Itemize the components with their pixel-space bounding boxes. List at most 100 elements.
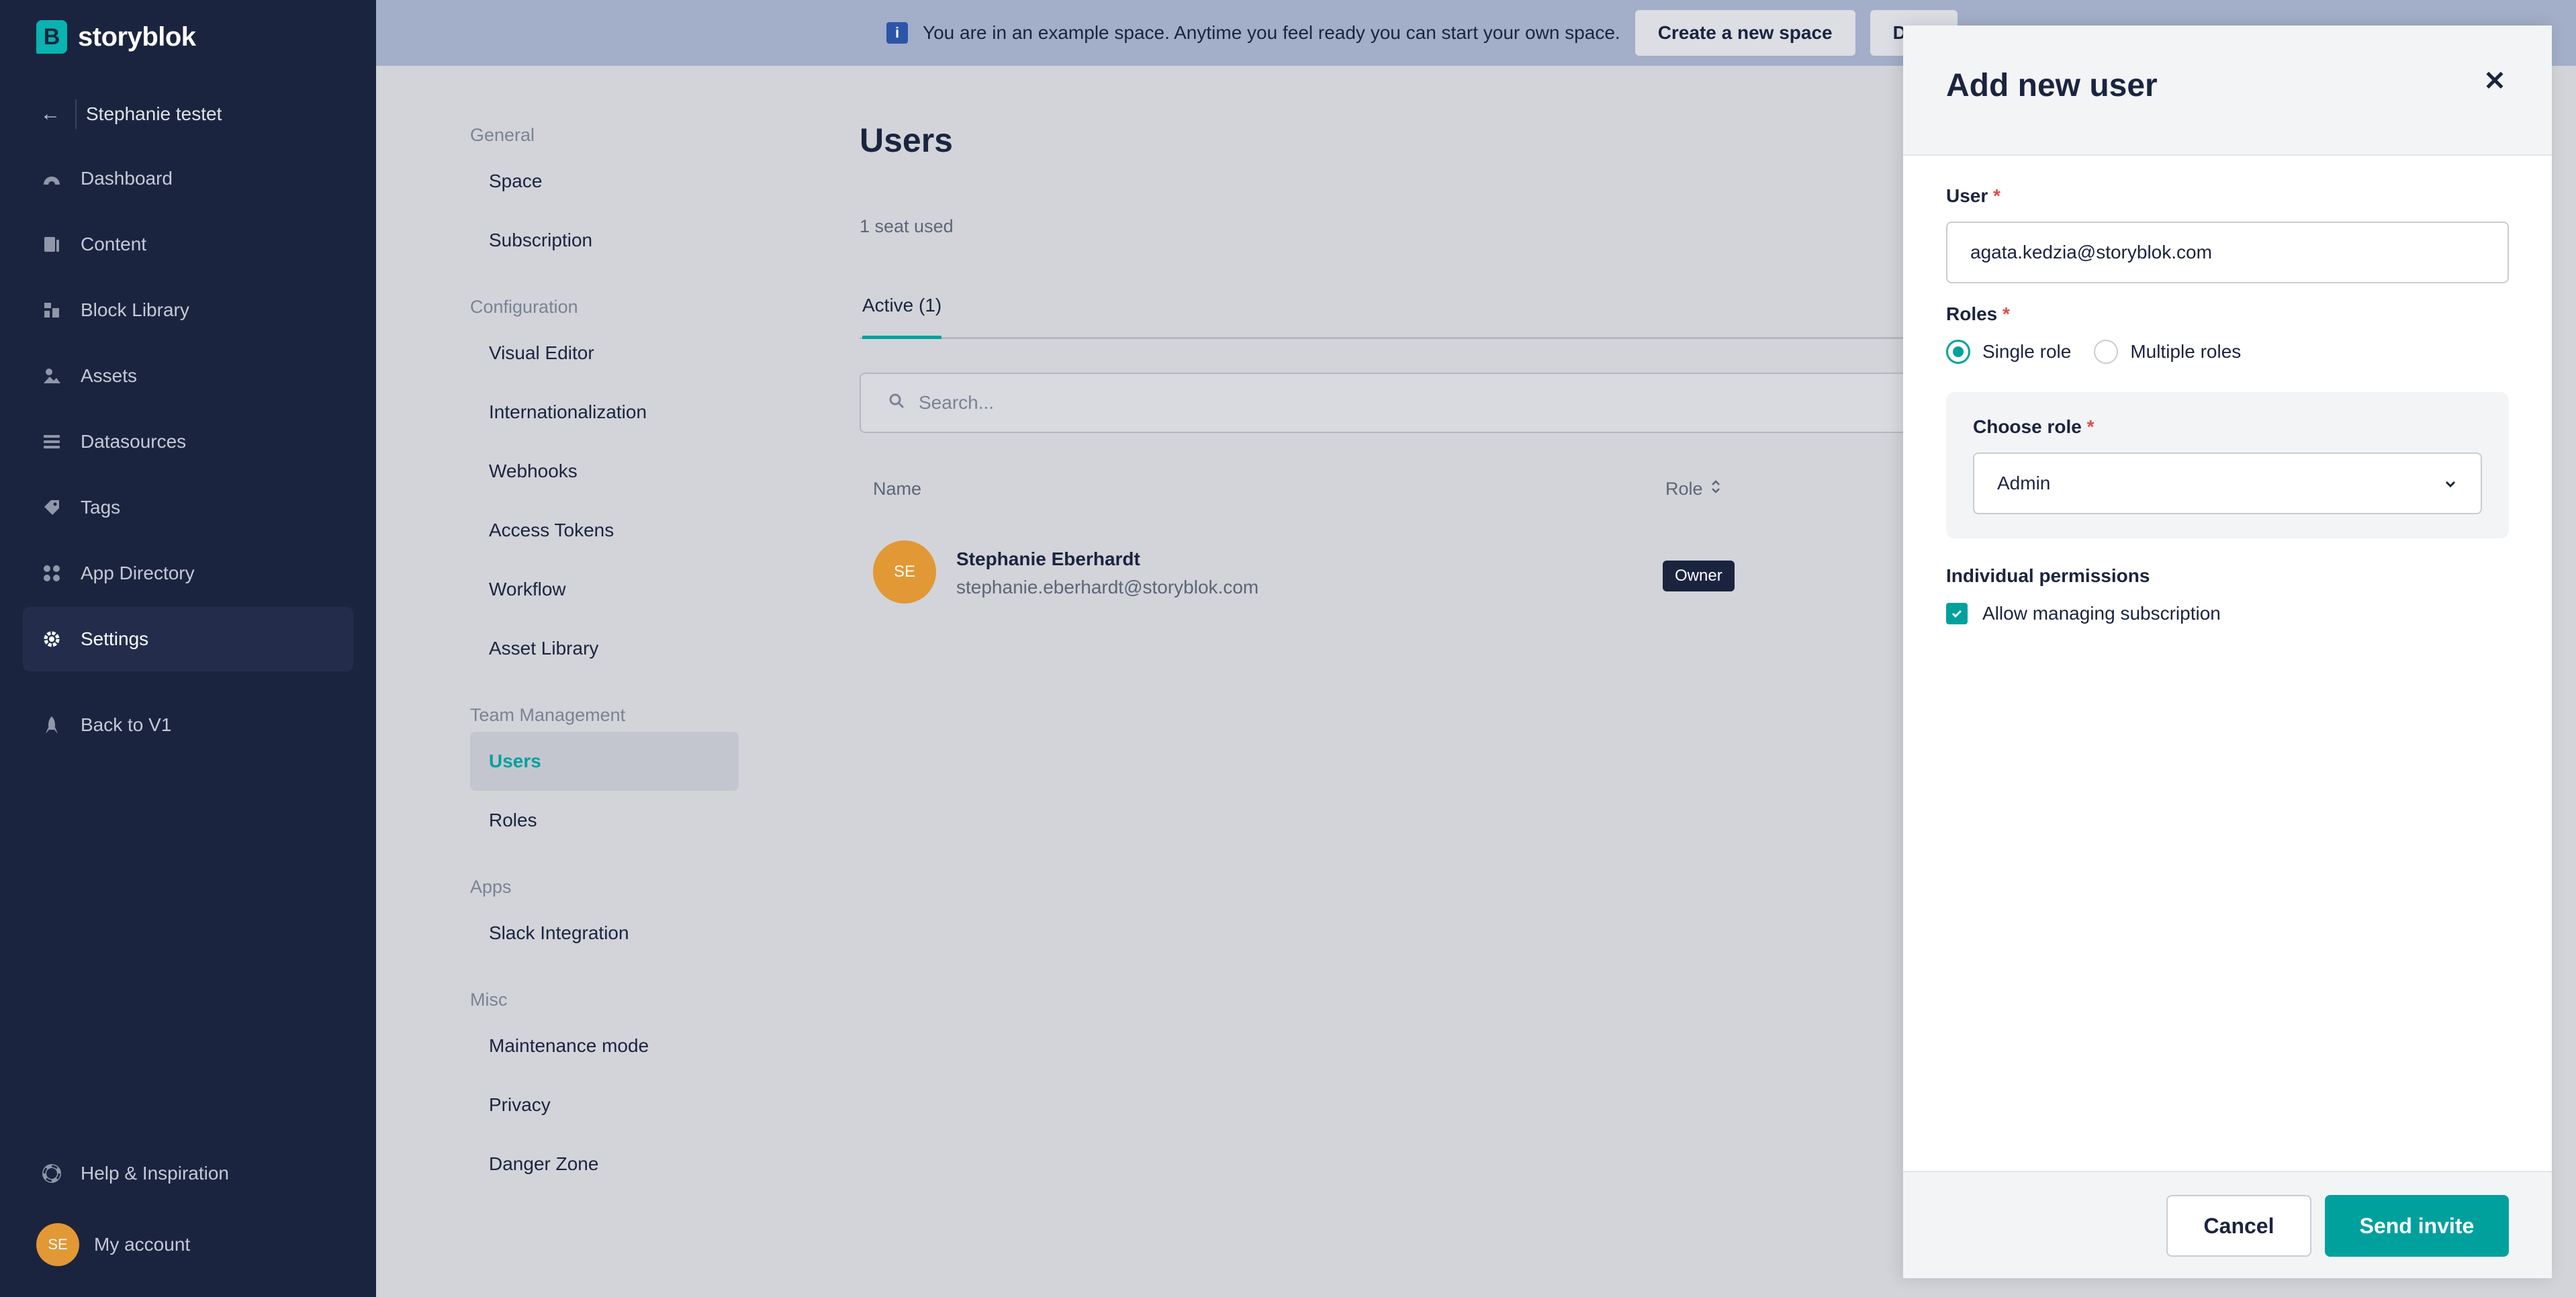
permission-row: Allow managing subscription [1946,600,2509,627]
user-label-text: User [1946,185,1988,206]
multiple-roles-label[interactable]: Multiple roles [2130,341,2241,363]
help-label: Help & Inspiration [81,1163,230,1184]
my-account-link[interactable]: SE My account [36,1223,190,1266]
sidebar-item-assets[interactable]: Assets [23,344,353,408]
sidebar: B storyblok ← Stephanie testet Dashboard… [0,0,376,1297]
choose-role-box: Choose role * Admin [1946,392,2509,538]
roles-field-label: Roles * [1946,303,2509,328]
permissions-label: Individual permissions [1946,565,2150,586]
search-input[interactable]: Search... [919,392,994,414]
menu-item-internationalization[interactable]: Internationalization [470,383,739,442]
seats-used: 1 seat used [860,216,954,236]
divider [75,99,77,129]
logo-icon: B [36,20,67,54]
sidebar-item-tags[interactable]: Tags [23,475,353,540]
back-to-v1-link[interactable]: Back to V1 [23,693,353,757]
space-switcher[interactable]: ← Stephanie testet [40,98,222,130]
page-title: Users [860,122,953,159]
my-account-label: My account [94,1234,191,1255]
sidebar-item-label: Dashboard [81,168,173,189]
sidebar-item-app-directory[interactable]: App Directory [23,541,353,606]
menu-item-users[interactable]: Users [470,732,739,791]
dashboard-icon [40,167,63,190]
sidebar-item-datasources[interactable]: Datasources [23,410,353,474]
user-email-input[interactable]: agata.kedzia@storyblok.com [1946,222,2509,283]
tab-active[interactable]: Active (1) [862,289,942,339]
sidebar-footer: Help & Inspiration [23,1141,353,1207]
avatar: SE [36,1223,79,1266]
menu-item-workflow[interactable]: Workflow [470,560,739,619]
user-field-label: User * [1946,185,2509,209]
allow-subscription-checkbox[interactable] [1946,603,1968,624]
lifebuoy-icon [40,1162,63,1185]
sidebar-item-label: App Directory [81,563,195,583]
search-field[interactable]: Search... [860,373,1907,433]
add-user-form: User * agata.kedzia@storyblok.com Roles … [1946,185,2509,627]
sidebar-item-content[interactable]: Content [23,212,353,277]
gear-icon [40,628,63,651]
cancel-button[interactable]: Cancel [2166,1195,2311,1257]
allow-subscription-label[interactable]: Allow managing subscription [1982,603,2221,624]
menu-item-subscription[interactable]: Subscription [470,211,739,270]
sidebar-item-label: Tags [81,497,121,518]
apps-icon [40,562,63,585]
roles-radio-group: Single role Multiple roles [1946,338,2509,365]
required-mark: * [1993,185,2000,206]
create-space-button[interactable]: Create a new space [1635,10,1855,56]
menu-item-visual-editor[interactable]: Visual Editor [470,324,739,383]
sidebar-item-label: Assets [81,365,138,386]
logo-text: storyblok [78,21,196,52]
sidebar-item-block-library[interactable]: Block Library [23,278,353,342]
storyblok-logo[interactable]: B storyblok [36,20,196,54]
add-user-panel: Add new user ✕ User * agata.kedzia@story… [1903,26,2552,1278]
menu-item-slack-integration[interactable]: Slack Integration [470,904,739,963]
group-configuration: Configuration [470,296,578,317]
sidebar-item-settings[interactable]: Settings [23,607,353,671]
menu-item-asset-library[interactable]: Asset Library [470,619,739,678]
role-badge: Owner [1663,561,1735,591]
close-icon[interactable]: ✕ [2478,64,2512,98]
sidebar-item-dashboard[interactable]: Dashboard [23,146,353,211]
block-library-icon [40,299,63,322]
column-role[interactable]: Role [1665,479,1722,499]
menu-item-access-tokens[interactable]: Access Tokens [470,501,739,560]
sidebar-item-label: Settings [81,628,149,649]
group-misc: Misc [470,989,508,1010]
group-team-management: Team Management [470,704,626,725]
panel-title: Add new user [1946,68,2158,103]
menu-item-danger-zone[interactable]: Danger Zone [470,1135,739,1194]
menu-item-privacy[interactable]: Privacy [470,1075,739,1135]
back-to-v1-label: Back to V1 [81,714,172,735]
send-invite-button[interactable]: Send invite [2325,1195,2509,1257]
group-general: General [470,124,535,145]
user-tabs: Active (1) [860,289,1907,339]
settings-menu: General Space Subscription Configuration… [470,118,739,1194]
multiple-roles-radio[interactable] [2094,340,2119,364]
check-icon [1951,610,1962,618]
single-role-label[interactable]: Single role [1982,341,2071,363]
chevron-down-icon [2443,473,2458,494]
sort-icon[interactable] [1710,479,1722,499]
back-to-v1-section: Back to V1 [23,693,353,759]
single-role-radio[interactable] [1946,340,1970,364]
arrow-left-icon[interactable]: ← [40,103,75,126]
role-select[interactable]: Admin [1973,452,2482,514]
table-header: Name Role [860,472,1907,506]
menu-item-maintenance-mode[interactable]: Maintenance mode [470,1016,739,1075]
assets-icon [40,365,63,387]
menu-item-webhooks[interactable]: Webhooks [470,442,739,501]
tag-icon [40,496,63,519]
column-name[interactable]: Name [873,479,921,499]
space-name: Stephanie testet [86,103,222,124]
group-apps: Apps [470,876,512,897]
column-role-label: Role [1665,479,1703,499]
menu-item-roles[interactable]: Roles [470,791,739,850]
help-link[interactable]: Help & Inspiration [23,1141,353,1206]
choose-role-label: Choose role * [1973,416,2482,440]
banner-message: You are in an example space. Anytime you… [923,22,1620,43]
menu-item-space[interactable]: Space [470,152,739,211]
table-row[interactable]: SE Stephanie Eberhardt stephanie.eberhar… [860,540,1907,608]
users-page: Users 1 seat used Active (1) Search... N… [860,121,1907,608]
required-mark: * [2086,416,2095,437]
roles-label-text: Roles [1946,303,1998,324]
